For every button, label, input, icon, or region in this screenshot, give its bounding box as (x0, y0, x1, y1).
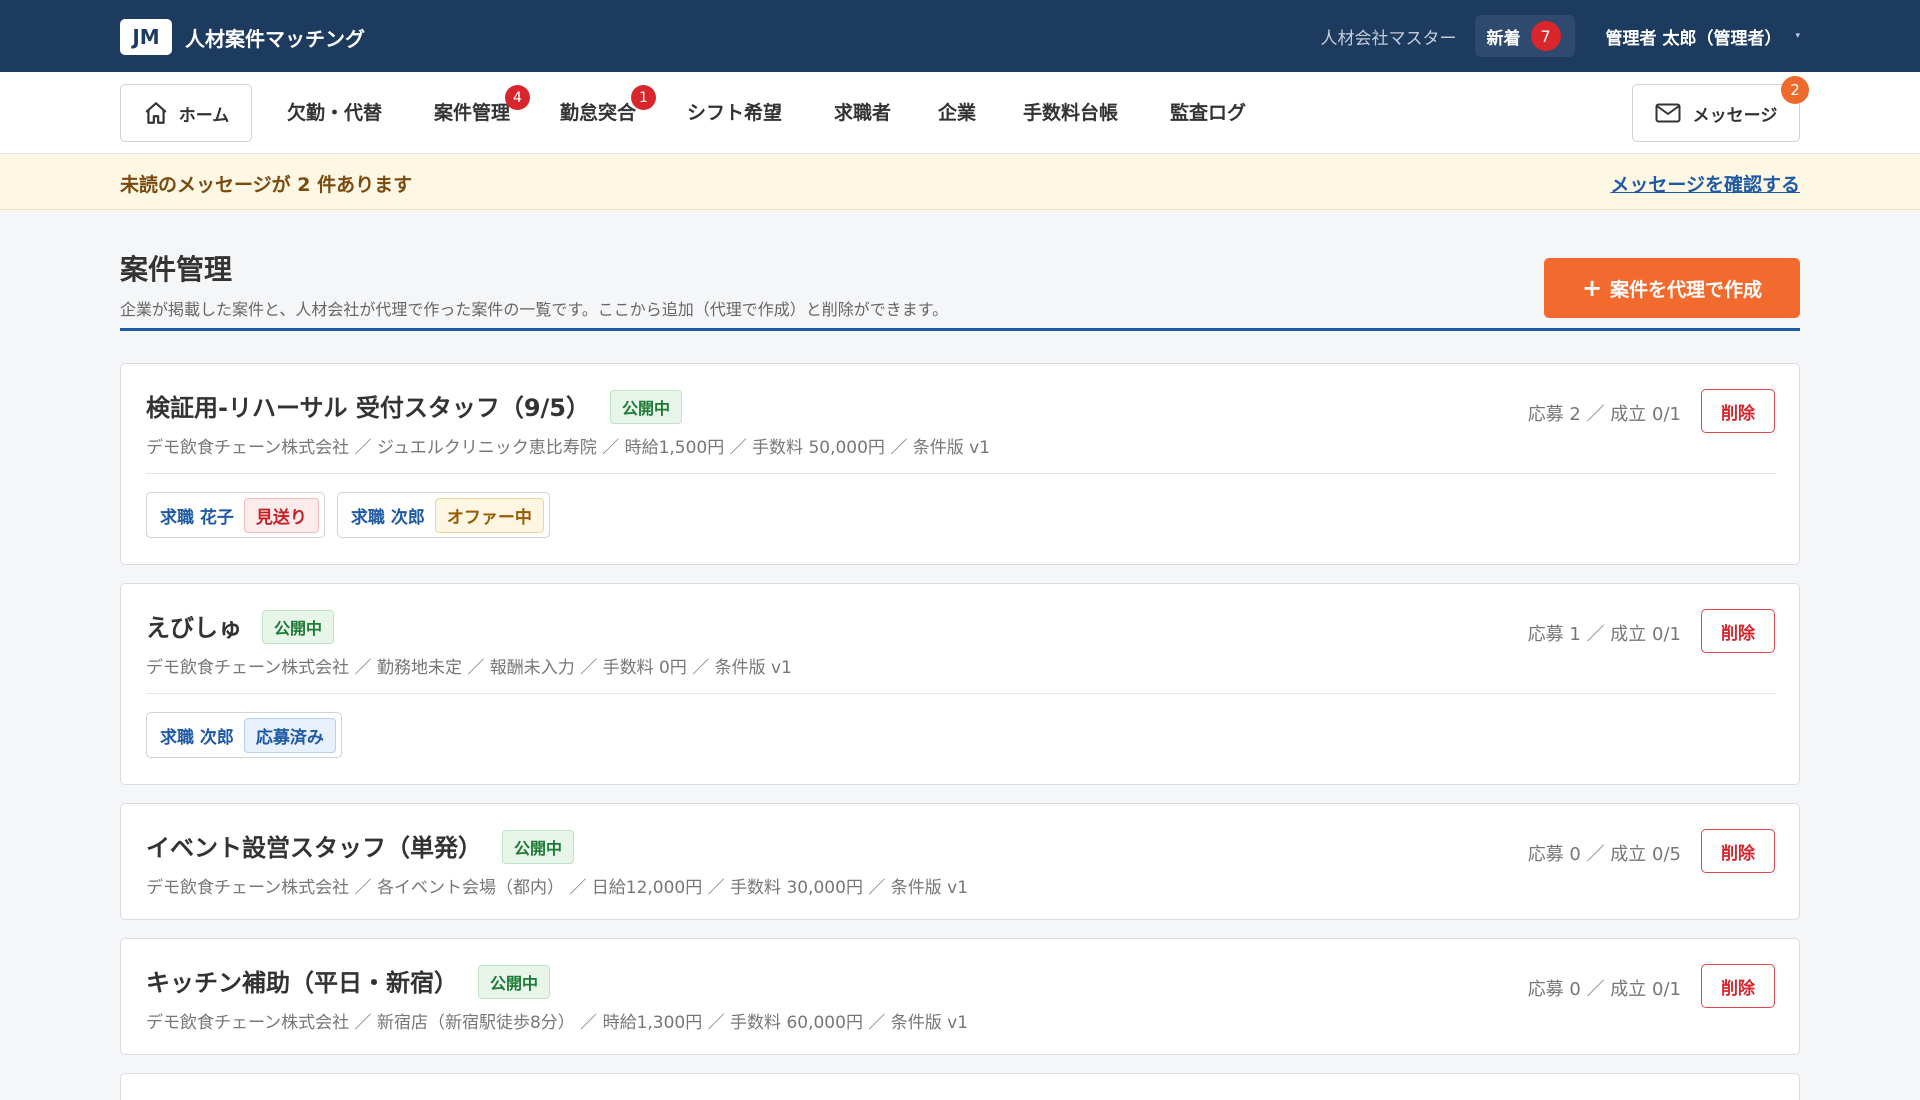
job-stats: 応募 1 ／ 成立 0/1 (1527, 624, 1681, 645)
nav-home-button[interactable]: ホーム (120, 84, 252, 142)
messages-label: メッセージ (1692, 105, 1778, 126)
applicant-status-badge: オファー中 (434, 497, 544, 533)
delete-button[interactable]: 削除 (1701, 829, 1775, 873)
status-badge: 公開中 (478, 965, 551, 999)
delete-button[interactable]: 削除 (1701, 964, 1775, 1008)
job-stats: 応募 2 ／ 成立 0/1 (1527, 404, 1681, 425)
messages-button[interactable]: メッセージ 2 (1632, 76, 1809, 142)
unread-notice: 未読のメッセージが 2 件あります メッセージを確認する (0, 154, 1920, 210)
nav-home-label: ホーム (178, 105, 230, 126)
top-header: JM 人材案件マッチング 人材会社マスター 新着 7 管理者 太郎（管理者） ▾ (0, 0, 1920, 72)
nav-item-shift[interactable]: シフト希望 (687, 98, 782, 125)
applicant-chip[interactable]: 求職 次郎 オファー中 (336, 492, 550, 538)
job-card (120, 1073, 1800, 1100)
brand[interactable]: JM 人材案件マッチング (120, 19, 365, 55)
title-divider (120, 328, 1800, 331)
nav-item-absence[interactable]: 欠勤・代替 (287, 98, 382, 125)
new-notifications-button[interactable]: 新着 7 (1474, 15, 1575, 57)
applicant-status-badge: 見送り (243, 497, 319, 533)
status-badge: 公開中 (502, 830, 575, 864)
job-title[interactable]: イベント設営スタッフ（単発） (146, 834, 482, 862)
page-description: 企業が掲載した案件と、人材会社が代理で作った案件の一覧です。ここから追加（代理で… (120, 300, 949, 319)
job-stats: 応募 0 ／ 成立 0/1 (1527, 979, 1681, 1000)
job-title[interactable]: えびしゅ (146, 614, 242, 642)
nav-item-label: 案件管理 (434, 102, 511, 124)
delete-button[interactable]: 削除 (1701, 389, 1775, 433)
applicant-name: 求職 次郎 (350, 507, 425, 528)
applicant-name: 求職 花子 (160, 507, 234, 528)
applicant-status-badge: 応募済み (243, 717, 336, 753)
job-meta: デモ飲食チェーン株式会社 ／ 新宿店（新宿駅徒歩8分） ／ 時給1,300円 ／… (146, 1013, 969, 1033)
job-stats: 応募 0 ／ 成立 0/5 (1527, 844, 1681, 865)
create-job-label: 案件を代理で作成 (1610, 278, 1763, 301)
status-badge: 公開中 (262, 610, 335, 644)
mail-icon (1655, 103, 1681, 123)
messages-count-badge: 2 (1781, 76, 1809, 104)
delete-button[interactable]: 削除 (1701, 609, 1775, 653)
nav-item-label: 企業 (938, 102, 977, 124)
nav-item-label: シフト希望 (687, 102, 783, 124)
job-card: キッチン補助（平日・新宿） 公開中 デモ飲食チェーン株式会社 ／ 新宿店（新宿駅徒… (120, 938, 1800, 1055)
user-name: 管理者 太郎（管理者） (1605, 28, 1782, 49)
applicant-list: 求職 花子 見送り 求職 次郎 オファー中 (146, 492, 562, 538)
applicant-name: 求職 次郎 (160, 727, 234, 748)
job-title-row: イベント設営スタッフ（単発） 公開中 (146, 828, 575, 866)
applicant-chip[interactable]: 求職 次郎 応募済み (146, 712, 342, 758)
nav-item-audit[interactable]: 監査ログ (1170, 98, 1246, 125)
company-name: 人材会社マスター (1320, 28, 1457, 49)
card-divider (146, 473, 1776, 474)
job-meta: デモ飲食チェーン株式会社 ／ 各イベント会場（都内） ／ 日給12,000円 ／… (146, 878, 969, 898)
nav-item-fees[interactable]: 手数料台帳 (1023, 98, 1118, 125)
job-card: イベント設営スタッフ（単発） 公開中 デモ飲食チェーン株式会社 ／ 各イベント会場… (120, 803, 1800, 920)
nav-badge: 4 (505, 85, 531, 110)
applicant-chip[interactable]: 求職 花子 見送り (146, 492, 325, 538)
job-title-row: えびしゅ 公開中 (146, 608, 335, 646)
create-job-button[interactable]: + 案件を代理で作成 (1544, 258, 1800, 318)
plus-icon: + (1581, 274, 1603, 302)
header-right: 人材会社マスター 新着 7 管理者 太郎（管理者） ▾ (1321, 14, 1800, 58)
nav-item-attendance[interactable]: 勤怠突合 1 (560, 85, 657, 125)
main-nav: ホーム 欠勤・代替 案件管理 4 勤怠突合 1 シフト希望 求職者 企業 手数料… (0, 72, 1920, 154)
nav-item-label: 勤怠突合 (560, 102, 637, 124)
nav-item-label: 手数料台帳 (1023, 102, 1119, 124)
user-menu[interactable]: 管理者 太郎（管理者） ▾ (1606, 24, 1800, 49)
nav-item-label: 求職者 (834, 102, 892, 124)
nav-badge: 1 (631, 85, 657, 110)
job-title[interactable]: キッチン補助（平日・新宿） (146, 969, 458, 997)
caret-down-icon: ▾ (1795, 31, 1800, 41)
nav-item-label: 欠勤・代替 (287, 102, 383, 124)
card-divider (146, 693, 1776, 694)
job-card: えびしゅ 公開中 デモ飲食チェーン株式会社 ／ 勤務地未定 ／ 報酬未入力 ／ 手… (120, 583, 1800, 785)
applicant-list: 求職 次郎 応募済み (146, 712, 354, 758)
nav-item-label: 監査ログ (1170, 102, 1247, 124)
nav-item-jobs[interactable]: 案件管理 4 (434, 85, 531, 125)
page-title: 案件管理 (120, 253, 233, 286)
job-title-row: 検証用-リハーサル 受付スタッフ（9/5） 公開中 (146, 388, 683, 426)
home-icon (145, 102, 167, 124)
job-title[interactable]: 検証用-リハーサル 受付スタッフ（9/5） (146, 394, 590, 422)
job-card: 検証用-リハーサル 受付スタッフ（9/5） 公開中 デモ飲食チェーン株式会社 ／ … (120, 363, 1800, 565)
job-title-row: キッチン補助（平日・新宿） 公開中 (146, 963, 551, 1001)
notice-text: 未読のメッセージが 2 件あります (120, 174, 413, 196)
view-messages-link[interactable]: メッセージを確認する (1610, 170, 1800, 197)
nav-item-seekers[interactable]: 求職者 (834, 98, 891, 125)
job-meta: デモ飲食チェーン株式会社 ／ 勤務地未定 ／ 報酬未入力 ／ 手数料 0円 ／ … (146, 658, 792, 678)
new-label: 新着 (1486, 28, 1521, 49)
job-meta: デモ飲食チェーン株式会社 ／ ジュエルクリニック恵比寿院 ／ 時給1,500円 … (146, 438, 991, 458)
status-badge: 公開中 (610, 390, 683, 424)
new-count-badge: 7 (1530, 21, 1561, 51)
nav-item-companies[interactable]: 企業 (938, 98, 976, 125)
app-logo: JM (120, 19, 172, 55)
app-name: 人材案件マッチング (185, 26, 365, 51)
